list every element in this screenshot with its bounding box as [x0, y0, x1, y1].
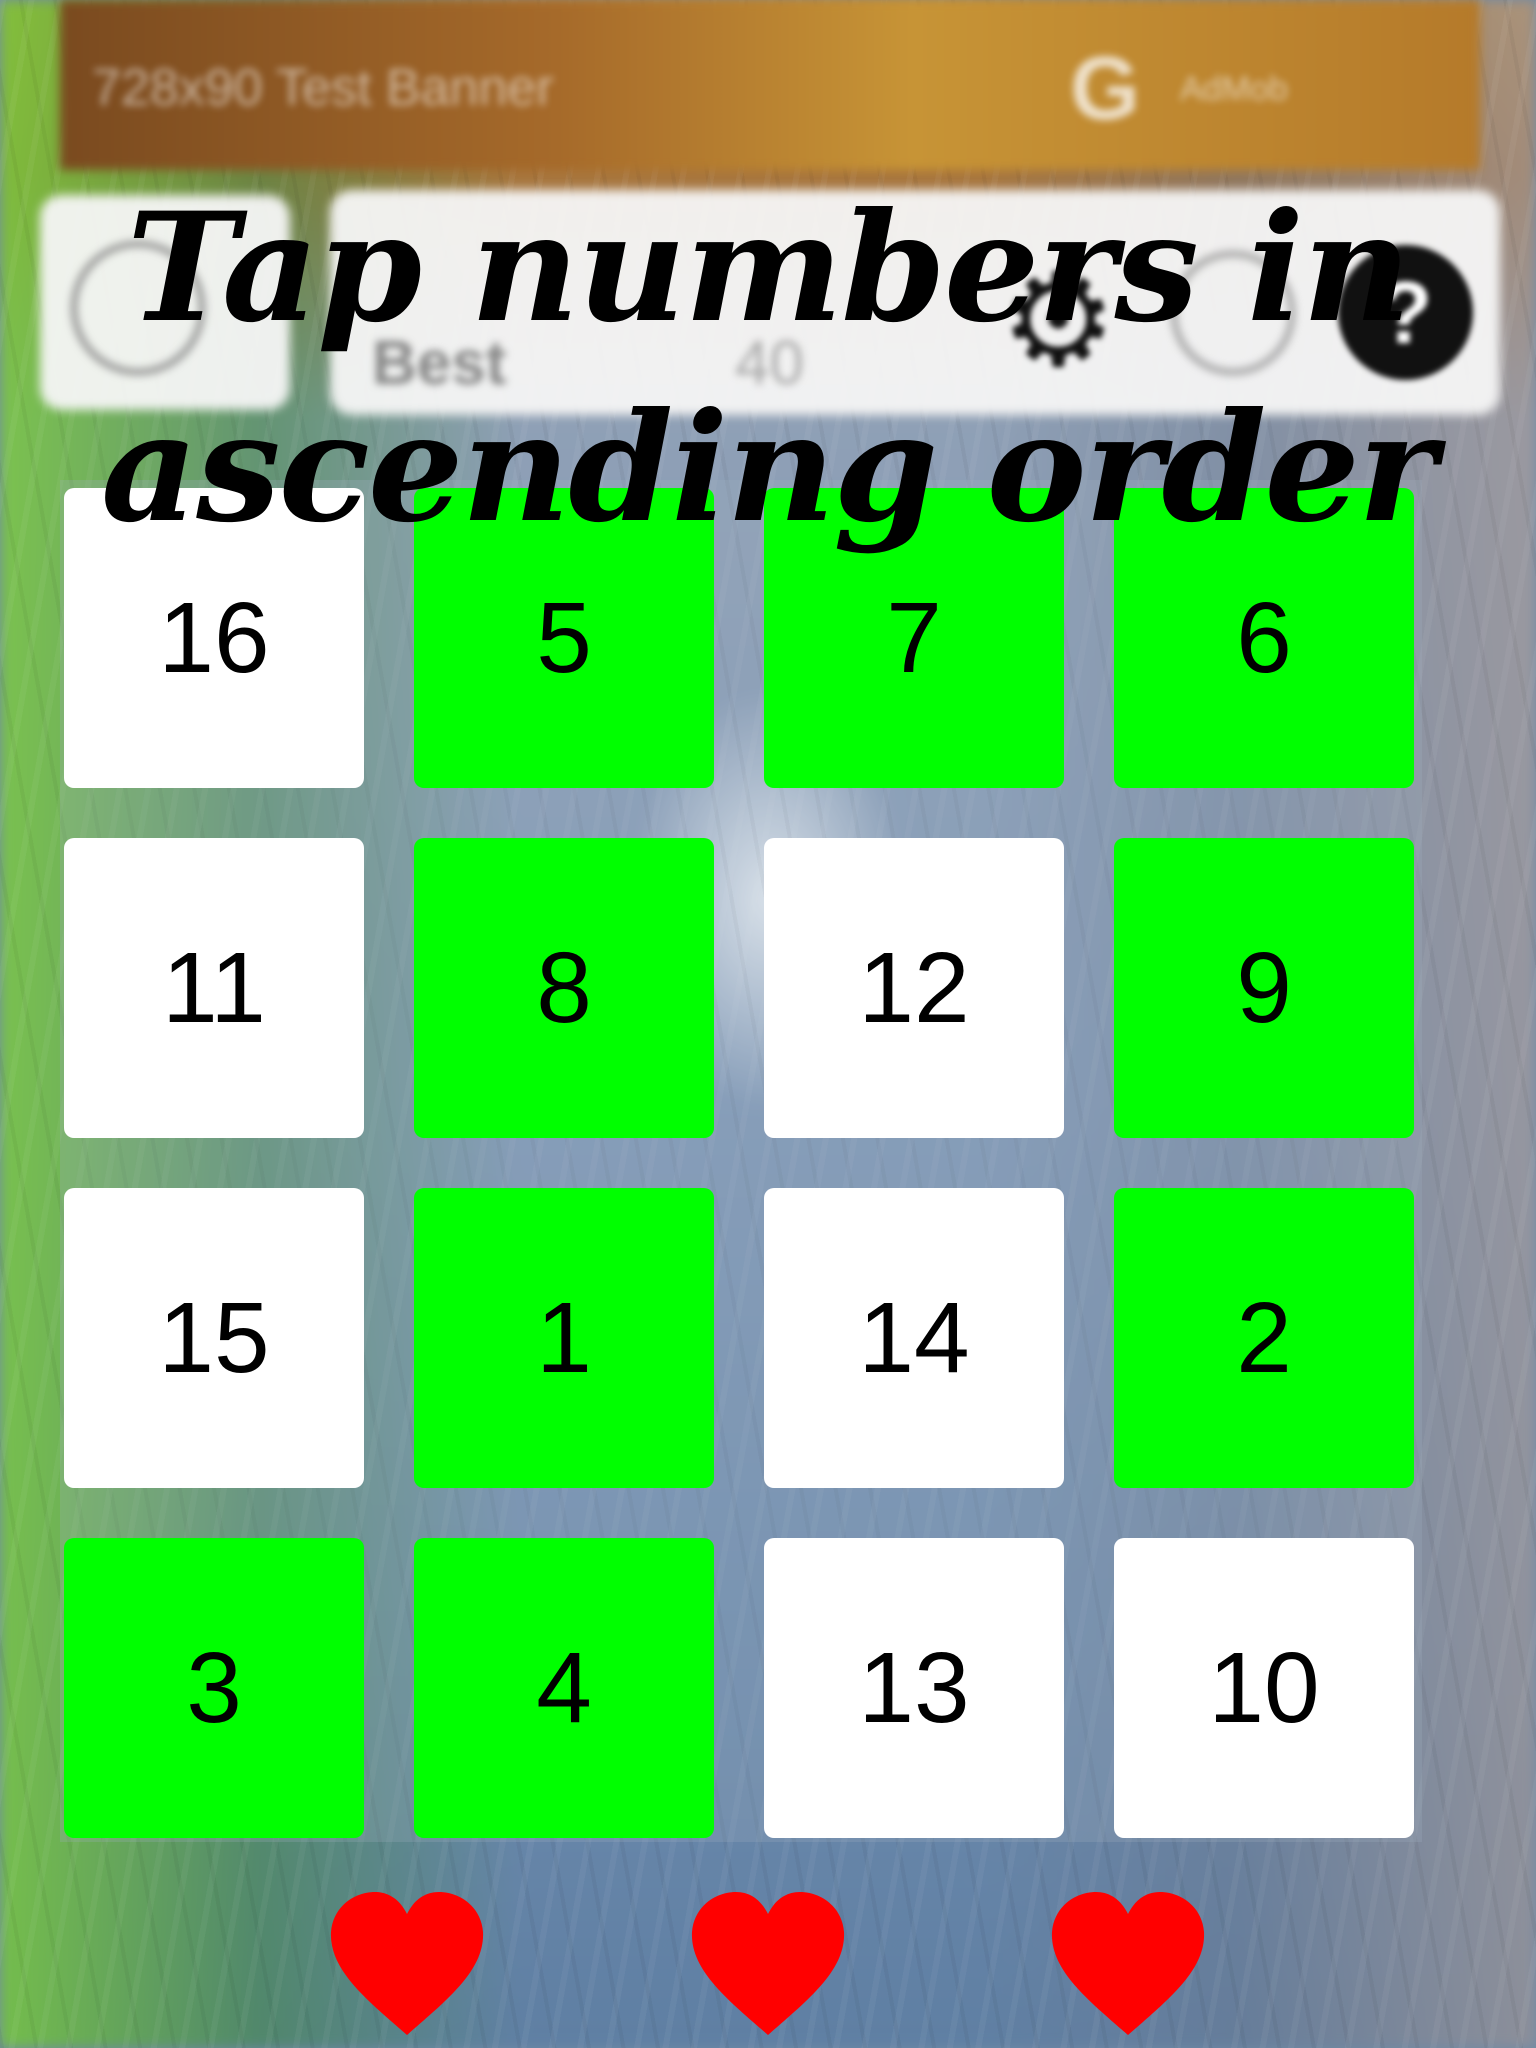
ad-logo-icon: G [1070, 39, 1141, 139]
ad-logo-text: AdMob [1180, 70, 1288, 108]
heart-shape [691, 1892, 845, 2035]
number-tile[interactable]: 15 [64, 1188, 364, 1488]
instruction-title: Tap numbers in ascending order [101, 180, 1437, 556]
number-tile[interactable]: 4 [414, 1538, 714, 1838]
heart-shape [330, 1892, 484, 2035]
number-tile[interactable]: 12 [764, 838, 1064, 1138]
ad-banner-text: 728x90 Test Banner [92, 59, 554, 117]
number-tile[interactable]: 11 [64, 838, 364, 1138]
number-tile[interactable]: 8 [414, 838, 714, 1138]
heart-icon [327, 1890, 487, 2040]
heart-shape [1051, 1892, 1205, 2035]
number-tile[interactable]: 2 [1114, 1188, 1414, 1488]
number-tile[interactable]: 1 [414, 1188, 714, 1488]
heart-icon [688, 1890, 848, 2040]
number-tile[interactable]: 13 [764, 1538, 1064, 1838]
number-tile[interactable]: 9 [1114, 838, 1414, 1138]
heart-icon [1048, 1890, 1208, 2040]
number-grid: 16 5 7 6 11 8 12 9 15 1 14 2 3 4 13 10 [60, 480, 1422, 1842]
lives-row [0, 1890, 1536, 2040]
number-tile[interactable]: 14 [764, 1188, 1064, 1488]
number-tile[interactable]: 10 [1114, 1538, 1414, 1838]
number-tile[interactable]: 3 [64, 1538, 364, 1838]
